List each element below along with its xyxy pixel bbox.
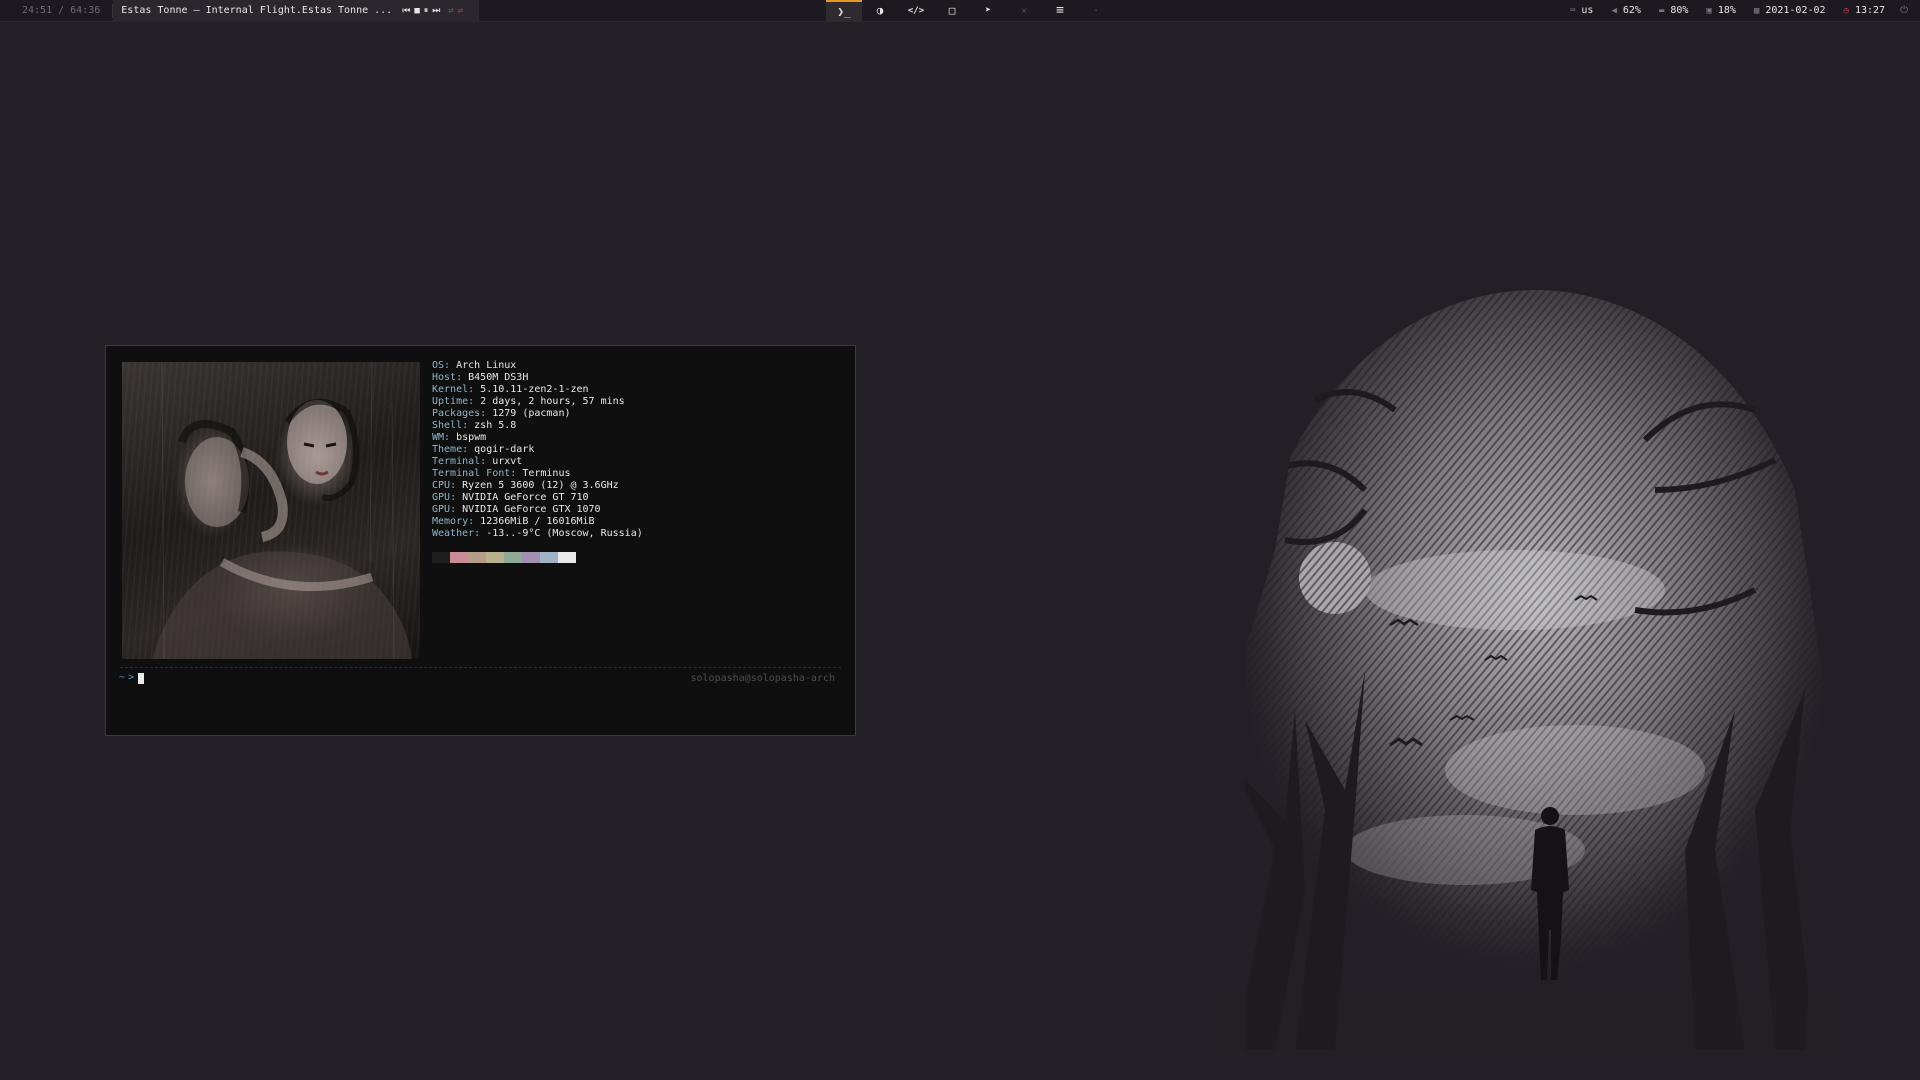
info-line: Host: B450M DS3H: [432, 372, 529, 383]
workspace-extra[interactable]: ·: [1078, 0, 1114, 22]
keyboard-icon: ⌨: [1569, 6, 1576, 16]
memory-icon: ▬: [1658, 6, 1665, 16]
date-value: 2021-02-02: [1765, 5, 1826, 16]
user-host: solopasha@solopasha-arch: [690, 673, 836, 684]
embrace-painting: [152, 362, 412, 659]
extra-icon: ·: [1092, 4, 1100, 17]
color-palette: [432, 552, 576, 563]
system-info: OS: Arch Linux Host: B450M DS3H Kernel: 5.…: [432, 360, 643, 540]
volume-icon: ◀: [1611, 6, 1617, 16]
info-line: Weather: -13..-9°C (Moscow, Russia): [432, 528, 643, 539]
volume-module[interactable]: ◀ 62%: [1602, 0, 1649, 22]
info-line: CPU: Ryzen 5 3600 (12) @ 3.6GHz: [432, 480, 619, 491]
info-line: Terminal Font: Terminus: [432, 468, 571, 479]
workspace-files[interactable]: □: [934, 0, 970, 22]
palette-swatch: [558, 552, 576, 563]
keyboard-layout[interactable]: ⌨ us: [1561, 0, 1602, 22]
workspace-menu[interactable]: ≡: [1042, 0, 1078, 22]
workspace-empty[interactable]: ×: [1006, 0, 1042, 22]
palette-swatch: [450, 552, 468, 563]
time-value: 13:27: [1854, 5, 1886, 16]
palette-swatch: [468, 552, 486, 563]
shell-prompt[interactable]: ~ >: [119, 671, 145, 685]
palette-swatch: [522, 552, 540, 563]
player-track-segment: Estas Tonne – Internal Flight.Estas Tonn…: [113, 0, 480, 22]
prompt-arrow-icon: >: [128, 672, 135, 683]
cpu-value: 18%: [1717, 5, 1736, 16]
info-line: WM: bspwm: [432, 432, 487, 443]
cpu-module: ▣ 18%: [1697, 0, 1744, 22]
text-cursor[interactable]: [138, 672, 145, 684]
info-line: Terminal: urxvt: [432, 456, 523, 467]
player-title[interactable]: Estas Tonne – Internal Flight.Estas Tonn…: [121, 0, 400, 22]
info-line: Shell: zsh 5.8: [432, 420, 517, 431]
info-line: Memory: 12366MiB / 16016MiB: [432, 516, 595, 527]
status-modules: ⌨ us ◀ 62% ▬ 80% ▣ 18% ▦ 2021-02-02 ◷ 13…: [1561, 0, 1920, 22]
folder-icon: □: [948, 4, 956, 17]
palette-swatch: [540, 552, 558, 563]
empty-icon: ×: [1020, 4, 1028, 17]
info-line: Packages: 1279 (pacman): [432, 408, 571, 419]
prompt-divider: [120, 667, 841, 668]
repeat-icon[interactable]: ⇄: [442, 0, 455, 22]
power-icon[interactable]: ⏻: [1894, 0, 1920, 22]
calendar-icon: ▦: [1753, 6, 1760, 16]
telegram-icon: ➤: [984, 5, 992, 16]
memory-value: 80%: [1670, 5, 1689, 16]
clock-icon: ◷: [1843, 6, 1849, 16]
info-line: GPU: NVIDIA GeForce GTX 1070: [432, 504, 601, 515]
keyboard-layout-value: us: [1581, 5, 1594, 16]
workspace-switcher: ❯_ ◑ </> □ ➤ × ≡ ·: [826, 0, 1114, 22]
volume-value: 62%: [1622, 5, 1641, 16]
shuffle-icon[interactable]: ⇌: [456, 0, 465, 22]
pause-icon[interactable]: ⏸: [422, 0, 431, 22]
stop-icon[interactable]: ■: [412, 0, 421, 22]
code-icon: </>: [907, 6, 925, 16]
terminal-window[interactable]: OS: Arch Linux Host: B450M DS3H Kernel: 5.…: [105, 345, 856, 736]
info-line: OS: Arch Linux: [432, 360, 517, 371]
terminal-icon: ❯_: [837, 5, 851, 18]
player-time: 24:51 / 64:36: [22, 5, 101, 16]
cpu-icon: ▣: [1706, 6, 1712, 16]
previous-icon[interactable]: ⏮: [400, 0, 412, 22]
clock-module[interactable]: ◷ 13:27: [1835, 0, 1895, 22]
info-line: GPU: NVIDIA GeForce GT 710: [432, 492, 589, 503]
menu-icon: ≡: [1056, 3, 1064, 18]
workspace-code[interactable]: </>: [898, 0, 934, 22]
info-line: Uptime: 2 days, 2 hours, 57 mins: [432, 396, 625, 407]
memory-module: ▬ 80%: [1650, 0, 1697, 22]
neofetch-artwork: [122, 362, 420, 659]
top-bar: 24:51 / 64:36 Estas Tonne – Internal Fli…: [0, 0, 1920, 22]
workspace-terminal[interactable]: ❯_: [826, 0, 862, 22]
date-module[interactable]: ▦ 2021-02-02: [1745, 0, 1835, 22]
media-player: 24:51 / 64:36 Estas Tonne – Internal Fli…: [0, 0, 480, 22]
browser-icon: ◑: [876, 4, 884, 17]
palette-swatch: [504, 552, 522, 563]
next-icon[interactable]: ⏭: [430, 0, 442, 22]
info-line: Theme: qogir-dark: [432, 444, 535, 455]
info-line: Kernel: 5.10.11-zen2-1-zen: [432, 384, 589, 395]
palette-swatch: [486, 552, 504, 563]
workspace-telegram[interactable]: ➤: [970, 0, 1006, 22]
forest-wallpaper: [1215, 290, 1835, 1050]
prompt-cwd: ~: [119, 672, 126, 683]
workspace-browser[interactable]: ◑: [862, 0, 898, 22]
palette-swatch: [432, 552, 450, 563]
